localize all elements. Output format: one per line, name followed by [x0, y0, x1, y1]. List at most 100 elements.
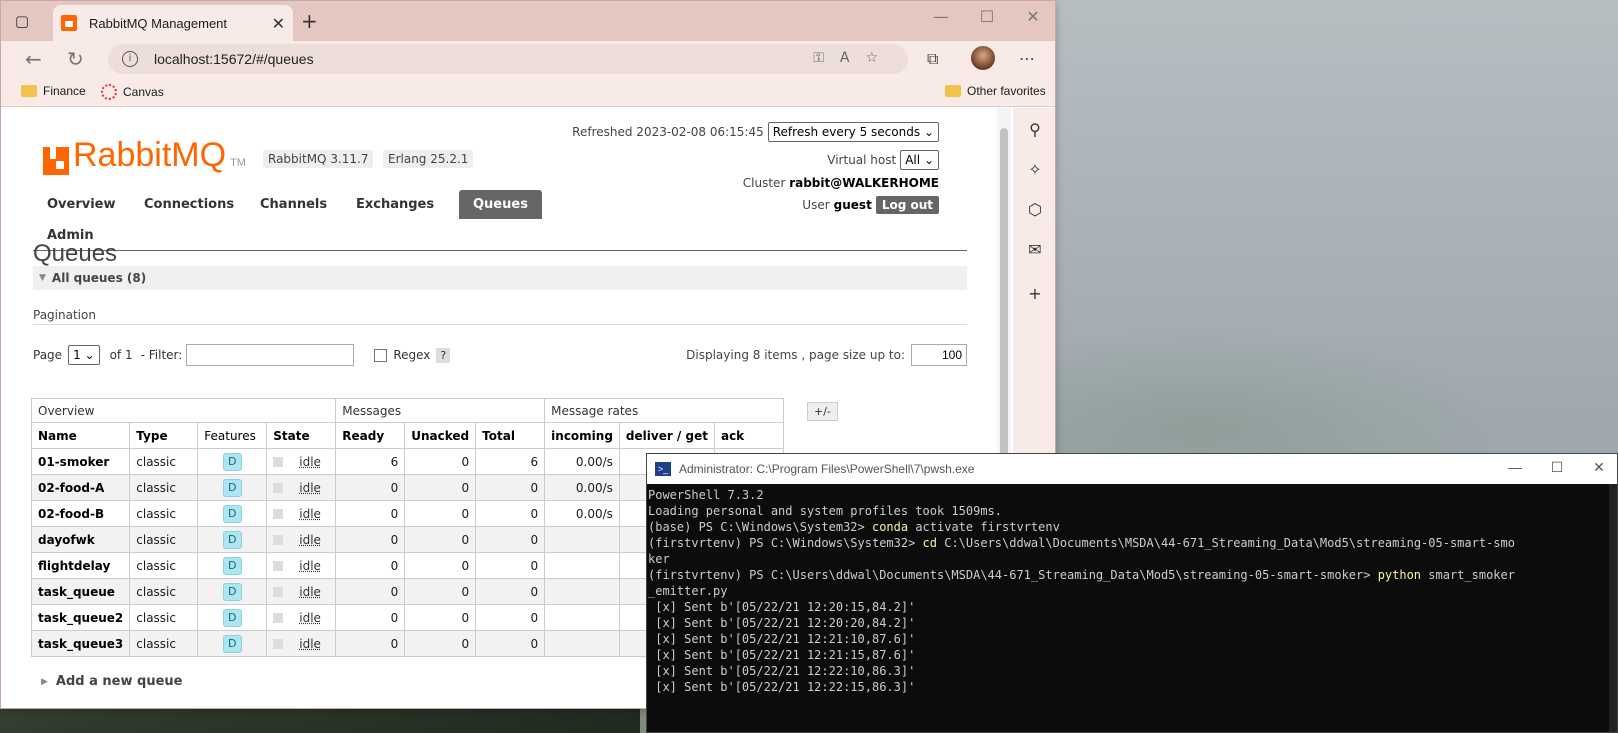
table-header: Name Type Features State Ready Unacked T…: [30, 422, 784, 449]
col-name[interactable]: Name: [30, 422, 131, 449]
add-sidebar-app-icon[interactable]: +: [1025, 284, 1045, 303]
tab-exchanges[interactable]: Exchanges: [342, 190, 448, 219]
add-queue-section[interactable]: ▶ Add a new queue: [41, 674, 182, 689]
maximize-icon[interactable]: ☐: [969, 7, 1005, 26]
column-toggle-button[interactable]: +/-: [807, 402, 838, 421]
terminal-line: [x] Sent b'[05/22/21 12:22:15,86.3]': [648, 680, 916, 694]
tab-actions-icon[interactable]: ▢: [11, 10, 33, 32]
col-type[interactable]: Type: [129, 422, 199, 449]
queue-name[interactable]: task_queue2: [30, 604, 131, 631]
queue-name[interactable]: dayofwk: [30, 526, 131, 553]
office-icon[interactable]: ⬡: [1025, 200, 1045, 219]
group-message-rates: Message rates: [544, 398, 784, 423]
rabbitmq-logo[interactable]: RabbitMQ TM: [43, 136, 246, 175]
filter-input[interactable]: [186, 344, 355, 366]
back-arrow-icon[interactable]: ←: [25, 47, 42, 71]
queue-features: D: [197, 474, 268, 501]
vhost-select[interactable]: All ⌄: [900, 150, 939, 170]
terminal-output[interactable]: PowerShell 7.3.2 Loading personal and sys…: [647, 484, 1617, 733]
page-label: Page: [33, 348, 63, 362]
unacked-count: 0: [404, 630, 477, 657]
outlook-icon[interactable]: ✉: [1025, 240, 1045, 259]
queue-state: idle: [266, 578, 337, 605]
key-icon[interactable]: ⚿: [813, 50, 840, 66]
erlang-badge: Erlang 25.2.1: [383, 150, 474, 168]
minimize-icon[interactable]: —: [1495, 459, 1535, 475]
address-bar-actions[interactable]: ⚿A☆: [813, 50, 894, 66]
favorite-finance[interactable]: Finance: [21, 84, 86, 98]
more-icon[interactable]: ⋯: [1019, 49, 1035, 68]
terminal-line: [x] Sent b'[05/22/21 12:20:15,84.2]': [648, 600, 916, 614]
incoming-rate: [544, 526, 620, 553]
terminal-line: [x] Sent b'[05/22/21 12:22:10,86.3]': [648, 664, 916, 678]
queue-name[interactable]: flightdelay: [30, 552, 131, 579]
close-window-icon[interactable]: ✕: [1579, 459, 1618, 476]
queue-name[interactable]: task_queue: [30, 578, 131, 605]
browser-tab[interactable]: RabbitMQ Management ✕: [53, 5, 293, 41]
terminal-prompt: (base) PS C:\Windows\System32>: [648, 520, 872, 534]
col-ready[interactable]: Ready: [335, 422, 406, 449]
add-favorite-icon[interactable]: ☆: [865, 50, 894, 66]
queue-state: idle: [266, 526, 337, 553]
favorite-canvas[interactable]: Canvas: [101, 84, 164, 100]
queue-name[interactable]: 02-food-B: [30, 500, 131, 527]
other-favorites[interactable]: Other favorites: [945, 84, 1046, 98]
durable-badge: D: [223, 530, 242, 549]
tab-overview[interactable]: Overview: [33, 190, 130, 219]
refresh-select[interactable]: Refresh every 5 seconds ⌄: [767, 122, 939, 142]
queue-name[interactable]: 02-food-A: [30, 474, 131, 501]
powershell-titlebar: >_ Administrator: C:\Program Files\Power…: [647, 454, 1617, 484]
rabbitmq-favicon: [61, 15, 77, 31]
total-count: 0: [475, 526, 546, 553]
nav-divider: [33, 250, 967, 251]
unacked-count: 0: [404, 604, 477, 631]
page-size-input[interactable]: [911, 344, 967, 366]
close-window-icon[interactable]: ✕: [1015, 7, 1051, 26]
discover-icon[interactable]: ✧: [1025, 160, 1045, 179]
read-aloud-icon[interactable]: A: [840, 50, 866, 66]
powershell-title: Administrator: C:\Program Files\PowerShe…: [679, 462, 975, 476]
ready-count: 0: [335, 526, 406, 553]
col-ack[interactable]: ack: [713, 422, 784, 449]
tab-connections[interactable]: Connections: [130, 190, 248, 219]
maximize-icon[interactable]: ☐: [1537, 459, 1577, 476]
all-queues-section[interactable]: ▼ All queues (8): [33, 266, 967, 290]
col-state[interactable]: State: [266, 422, 337, 449]
queue-features: D: [197, 604, 268, 631]
queue-type: classic: [129, 500, 199, 527]
col-deliver-get[interactable]: deliver / get: [618, 422, 715, 449]
col-incoming[interactable]: incoming: [544, 422, 620, 449]
total-count: 0: [475, 578, 546, 605]
search-icon[interactable]: ⚲: [1025, 120, 1045, 139]
new-tab-icon[interactable]: +: [301, 9, 318, 33]
page-select[interactable]: 1 ⌄: [68, 345, 100, 365]
pagination-divider: [33, 324, 967, 325]
queue-name[interactable]: 01-smoker: [30, 448, 131, 475]
queue-name[interactable]: task_queue3: [30, 630, 131, 657]
info-icon[interactable]: i: [122, 51, 138, 67]
address-bar[interactable]: i localhost:15672/#/queues ⚿A☆: [108, 44, 908, 74]
close-tab-icon[interactable]: ✕: [272, 14, 285, 33]
total-count: 0: [475, 630, 546, 657]
queue-type: classic: [129, 552, 199, 579]
tab-queues[interactable]: Queues: [459, 190, 542, 219]
col-total[interactable]: Total: [475, 422, 546, 449]
logo-text: RabbitMQ: [73, 136, 227, 174]
tab-channels[interactable]: Channels: [246, 190, 341, 219]
queue-features: D: [197, 448, 268, 475]
reload-icon[interactable]: ↻: [67, 47, 84, 71]
terminal-scrollbar[interactable]: [1609, 484, 1617, 732]
collections-icon[interactable]: ⧉: [927, 49, 938, 69]
col-features: Features: [197, 422, 268, 449]
total-count: 0: [475, 500, 546, 527]
state-indicator: [273, 457, 284, 467]
minimize-icon[interactable]: —: [923, 7, 959, 26]
refresh-status: Refreshed 2023-02-08 06:15:45 Refresh ev…: [572, 122, 939, 142]
avatar[interactable]: [971, 46, 995, 70]
terminal-line: [x] Sent b'[05/22/21 12:21:10,87.6]': [648, 632, 916, 646]
regex-label: Regex: [393, 348, 431, 362]
regex-checkbox[interactable]: [374, 348, 388, 362]
ready-count: 0: [335, 578, 406, 605]
regex-help-button[interactable]: ?: [436, 347, 451, 363]
col-unacked[interactable]: Unacked: [404, 422, 477, 449]
